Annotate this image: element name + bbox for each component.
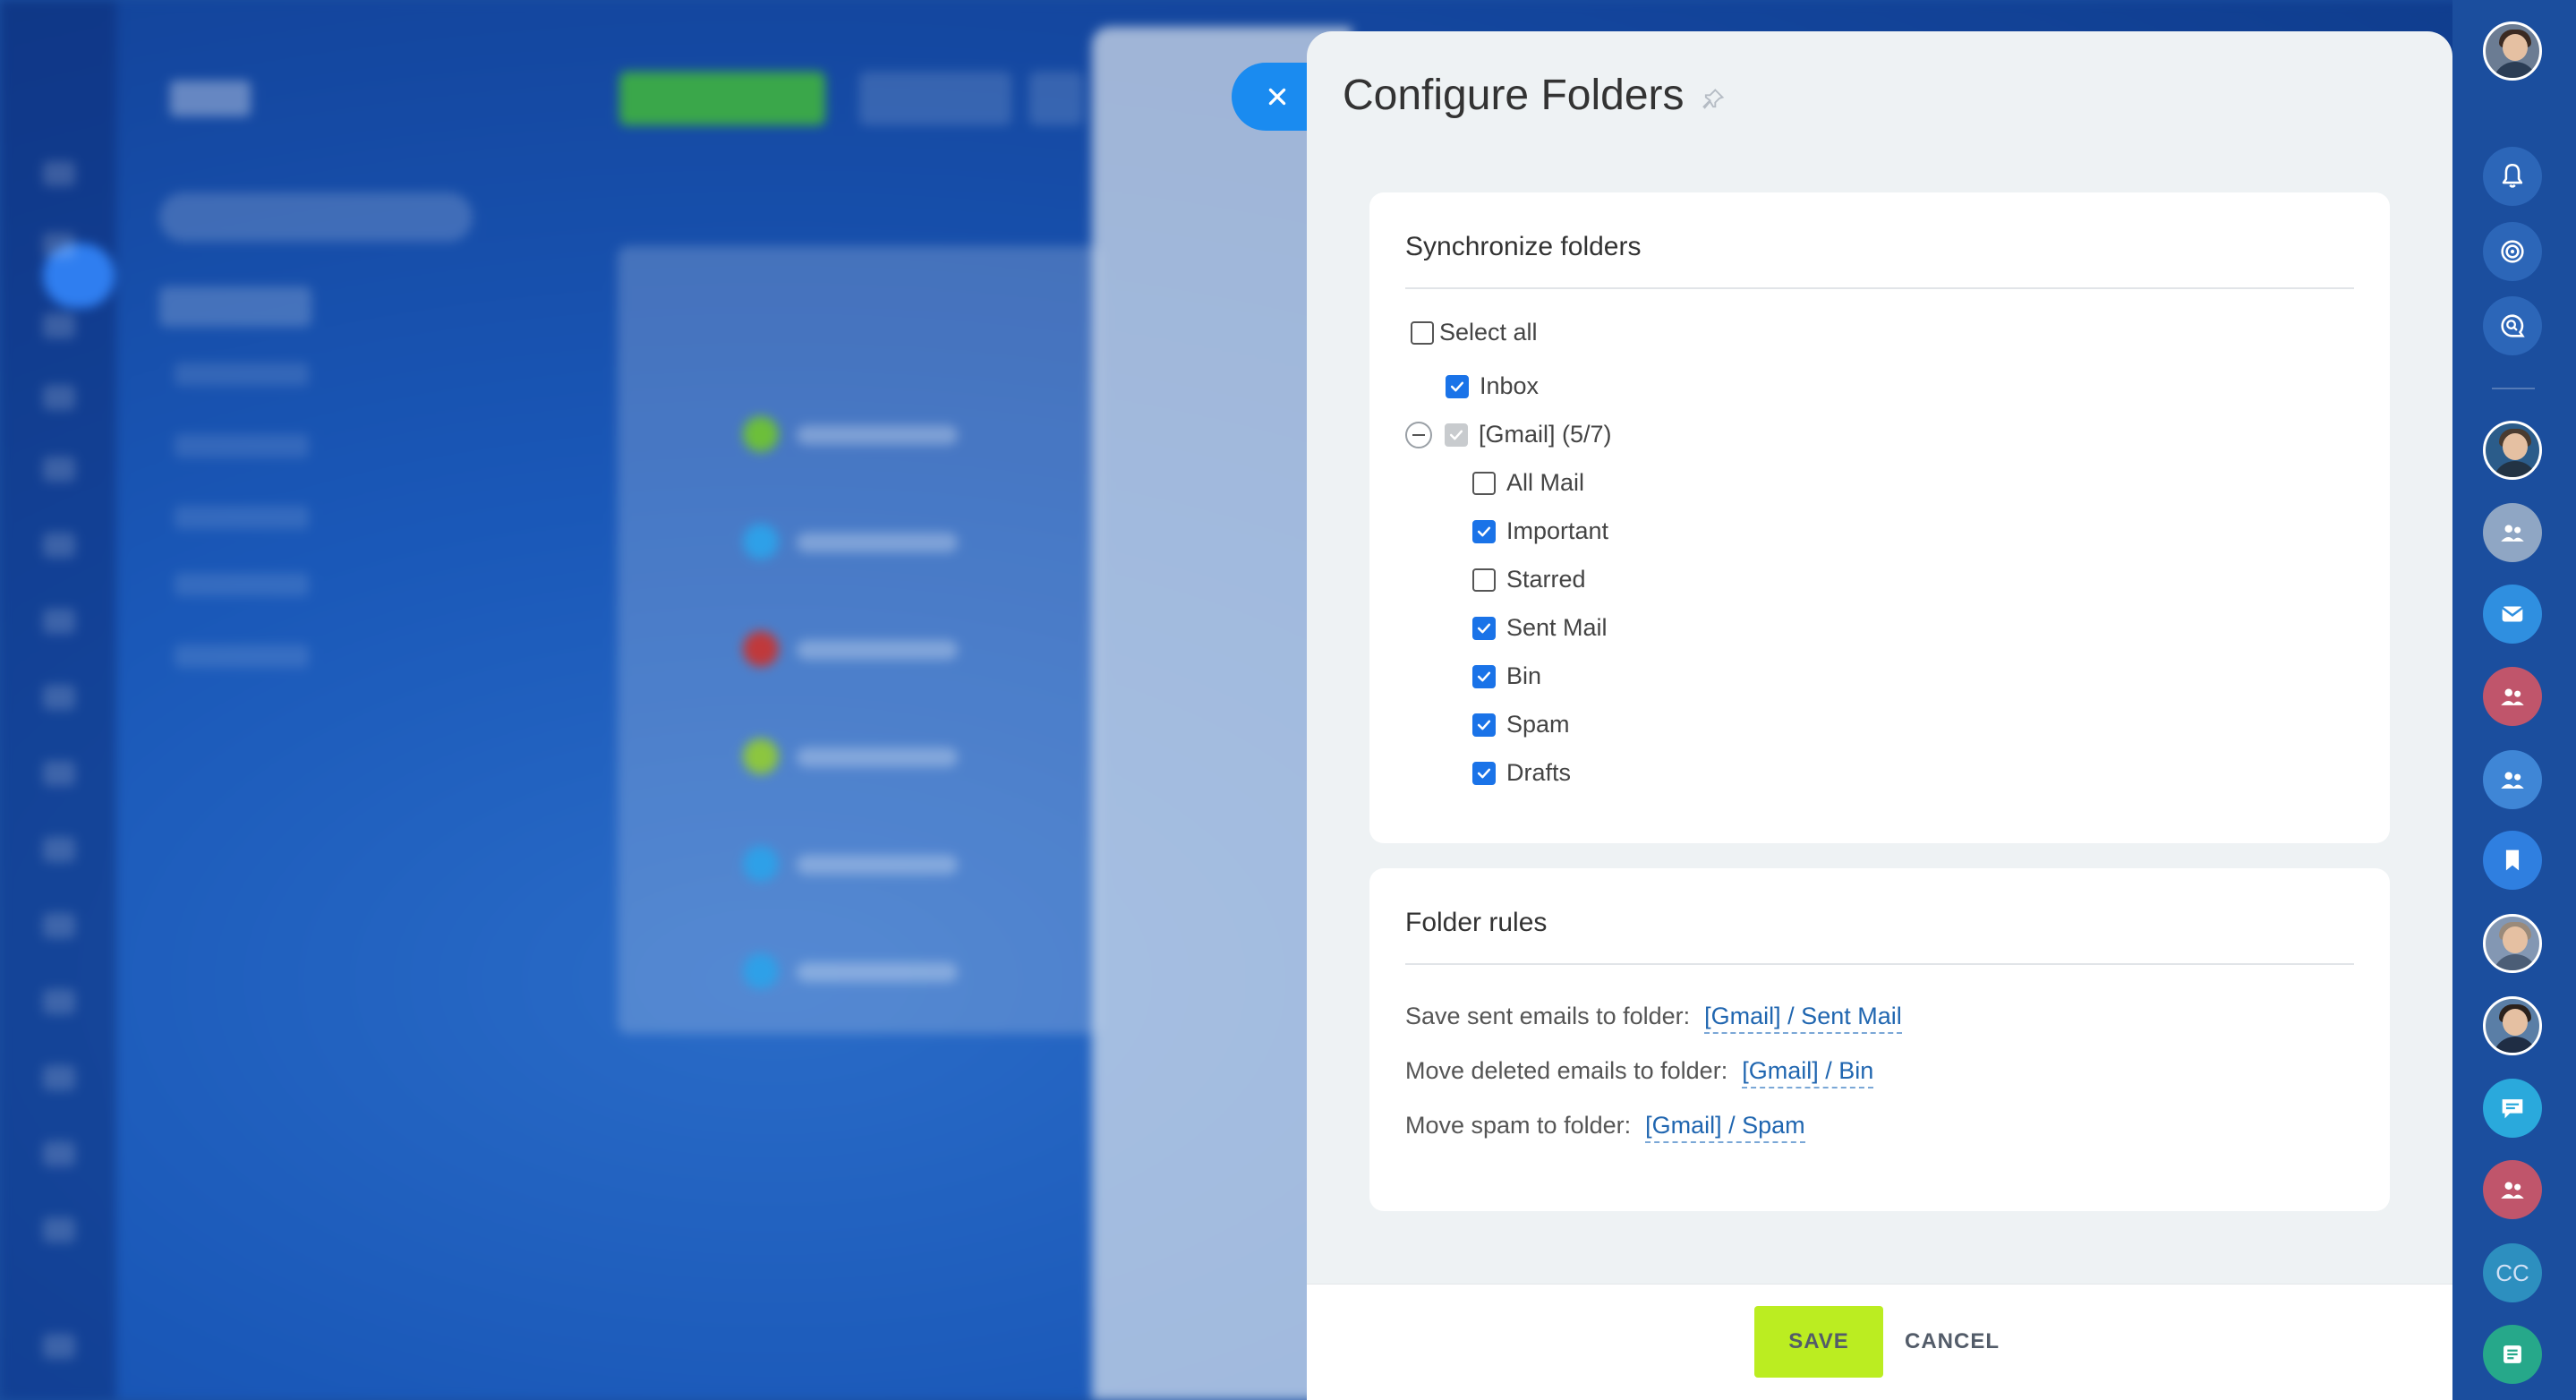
- folder-sent-mail[interactable]: Sent Mail: [1472, 614, 1608, 642]
- contact-avatar-1[interactable]: [2483, 421, 2542, 480]
- rule-label: Save sent emails to folder:: [1405, 1003, 1691, 1029]
- group-icon: [2501, 772, 2524, 789]
- check-icon: [1477, 720, 1491, 730]
- envelope-icon: [2501, 606, 2524, 622]
- folder-important[interactable]: Important: [1472, 517, 1608, 545]
- folder-label: Drafts: [1506, 759, 1572, 786]
- cancel-button[interactable]: CANCEL: [1905, 1306, 2000, 1378]
- folder-label: Inbox: [1480, 372, 1540, 399]
- group-chat-2[interactable]: [2483, 667, 2542, 726]
- rule-deleted: Move deleted emails to folder: [Gmail] /…: [1405, 1057, 1874, 1088]
- group-chat-4[interactable]: [2483, 1160, 2542, 1219]
- dialog-footer: SAVE CANCEL: [1307, 1284, 2452, 1400]
- checkbox-box: [1445, 423, 1468, 447]
- rule-spam: Move spam to folder: [Gmail] / Spam: [1405, 1112, 1805, 1143]
- check-icon: [1477, 768, 1491, 778]
- configure-folders-slider: Configure Folders Synchronize folders Se…: [1307, 31, 2452, 1400]
- bell-icon: [2502, 163, 2523, 188]
- checkbox-box[interactable]: [1472, 713, 1496, 737]
- folder-label: Sent Mail: [1506, 614, 1608, 641]
- check-icon: [1477, 671, 1491, 681]
- group-icon: [2501, 525, 2524, 542]
- sync-card-title: Synchronize folders: [1405, 232, 1642, 261]
- folder-spam[interactable]: Spam: [1472, 711, 1570, 738]
- check-icon: [1477, 526, 1491, 536]
- user-avatar[interactable]: [2483, 21, 2542, 81]
- contact-initials-avatar[interactable]: CC: [2483, 1243, 2542, 1302]
- folder-label: Important: [1506, 517, 1609, 544]
- folder-all-mail[interactable]: All Mail: [1472, 469, 1584, 497]
- chat-bubble-icon: [2502, 1099, 2523, 1119]
- page-title: Configure Folders: [1343, 71, 1726, 120]
- chat-search-icon: [2501, 314, 2525, 337]
- rule-folder-selector[interactable]: [Gmail] / Spam: [1645, 1112, 1805, 1143]
- group-icon: [2501, 688, 2524, 705]
- folder-label: All Mail: [1506, 469, 1585, 496]
- rule-label: Move spam to folder:: [1405, 1112, 1632, 1139]
- bookmarks-button[interactable]: [2483, 831, 2542, 890]
- notifications-button[interactable]: [2483, 147, 2542, 206]
- contact-avatar-3[interactable]: [2483, 996, 2542, 1055]
- pin-icon[interactable]: [1701, 87, 1726, 112]
- checkbox-box[interactable]: [1446, 374, 1469, 398]
- left-nav: [0, 0, 116, 1400]
- folder-label: Bin: [1506, 662, 1542, 689]
- folder-label: Starred: [1506, 566, 1586, 593]
- folder-label: [Gmail] (5/7): [1479, 421, 1612, 448]
- group-chat-1[interactable]: [2483, 503, 2542, 562]
- target-icon: [2501, 240, 2524, 263]
- folder-rules-card: Folder rules Save sent emails to folder:…: [1369, 868, 2390, 1211]
- mail-button[interactable]: [2483, 585, 2542, 644]
- checkbox-box[interactable]: [1472, 519, 1496, 543]
- group-icon: [2501, 1182, 2524, 1199]
- checkbox-box[interactable]: [1411, 320, 1434, 345]
- tasks-button[interactable]: [2483, 1325, 2542, 1384]
- collapse-icon[interactable]: [1405, 421, 1432, 448]
- rules-card-title: Folder rules: [1405, 908, 1548, 937]
- rule-folder-selector[interactable]: [Gmail] / Sent Mail: [1704, 1003, 1902, 1034]
- divider: [2492, 388, 2535, 389]
- select-all-checkbox[interactable]: Select all: [1411, 319, 1538, 346]
- activity-button[interactable]: [2483, 222, 2542, 281]
- right-sidebar: CC: [2452, 0, 2576, 1400]
- rule-sent: Save sent emails to folder: [Gmail] / Se…: [1405, 1003, 1902, 1034]
- divider: [1405, 963, 2354, 965]
- folder-label: Spam: [1506, 711, 1570, 738]
- news-icon: [2503, 1345, 2521, 1363]
- folder-bin[interactable]: Bin: [1472, 662, 1541, 690]
- contact-avatar-2[interactable]: [2483, 914, 2542, 973]
- folder-inbox[interactable]: Inbox: [1446, 372, 1539, 400]
- folder-group-gmail: [Gmail] (5/7): [1405, 421, 1612, 448]
- open-channel-button[interactable]: [2483, 1079, 2542, 1138]
- check-icon: [1450, 381, 1464, 391]
- rule-folder-selector[interactable]: [Gmail] / Bin: [1742, 1057, 1874, 1088]
- group-chat-3[interactable]: [2483, 750, 2542, 809]
- close-icon: [1268, 88, 1286, 106]
- check-icon: [1449, 430, 1463, 440]
- save-button[interactable]: SAVE: [1754, 1306, 1883, 1378]
- bookmark-icon: [2505, 849, 2520, 871]
- title-text: Configure Folders: [1343, 72, 1685, 119]
- check-icon: [1477, 623, 1491, 633]
- select-all-label: Select all: [1439, 319, 1538, 346]
- checkbox-box[interactable]: [1472, 471, 1496, 495]
- checkbox-box[interactable]: [1472, 761, 1496, 785]
- rule-label: Move deleted emails to folder:: [1405, 1057, 1728, 1084]
- folder-starred[interactable]: Starred: [1472, 566, 1586, 593]
- checkbox-box[interactable]: [1472, 664, 1496, 688]
- folder-drafts[interactable]: Drafts: [1472, 759, 1571, 787]
- divider: [1405, 287, 2354, 289]
- checkbox-box[interactable]: [1472, 616, 1496, 640]
- checkbox-box[interactable]: [1472, 568, 1496, 592]
- sync-folders-card: Synchronize folders Select all Inbox [Gm…: [1369, 192, 2390, 843]
- search-chat-button[interactable]: [2483, 296, 2542, 355]
